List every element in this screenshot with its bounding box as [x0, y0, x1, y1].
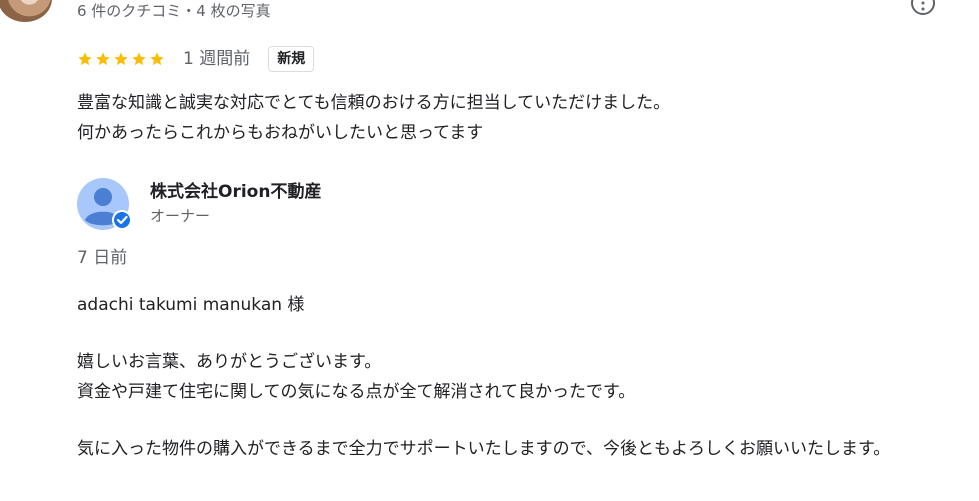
- reply-paragraph-2: 気に入った物件の購入ができるまで全力でサポートいたしますので、今後ともよろしくお…: [77, 439, 891, 459]
- reply-text: adachi takumi manukan 様 嬉しいお言葉、ありがとうございま…: [77, 290, 967, 491]
- owner-name: 株式会社Orion不動産: [150, 182, 322, 202]
- reviewer-meta: 6 件のクチコミ・4 枚の写真: [77, 2, 271, 20]
- star-rating: [77, 51, 165, 67]
- owner-avatar[interactable]: [77, 178, 131, 232]
- more-options-icon[interactable]: [908, 0, 938, 18]
- star-icon: [150, 52, 164, 66]
- review-date: 1 週間前: [183, 49, 251, 69]
- reviewer-avatar[interactable]: [0, 0, 52, 22]
- star-icon: [96, 52, 110, 66]
- star-icon: [78, 52, 92, 66]
- rating-row: 1 週間前 新規: [77, 44, 315, 74]
- star-icon: [132, 52, 146, 66]
- new-badge: 新規: [268, 46, 315, 72]
- review-text: 豊富な知識と誠実な対応でとても信頼のおける方に担当していただけました。 何かあっ…: [77, 93, 671, 143]
- reply-paragraph-1: 嬉しいお言葉、ありがとうございます。 資金や戸建て住宅に関しての気になる点が全て…: [77, 352, 636, 402]
- reply-salutation: adachi takumi manukan 様: [77, 295, 305, 315]
- reply-date: 7 日前: [77, 248, 128, 268]
- star-icon: [114, 52, 128, 66]
- owner-role: オーナー: [150, 207, 211, 225]
